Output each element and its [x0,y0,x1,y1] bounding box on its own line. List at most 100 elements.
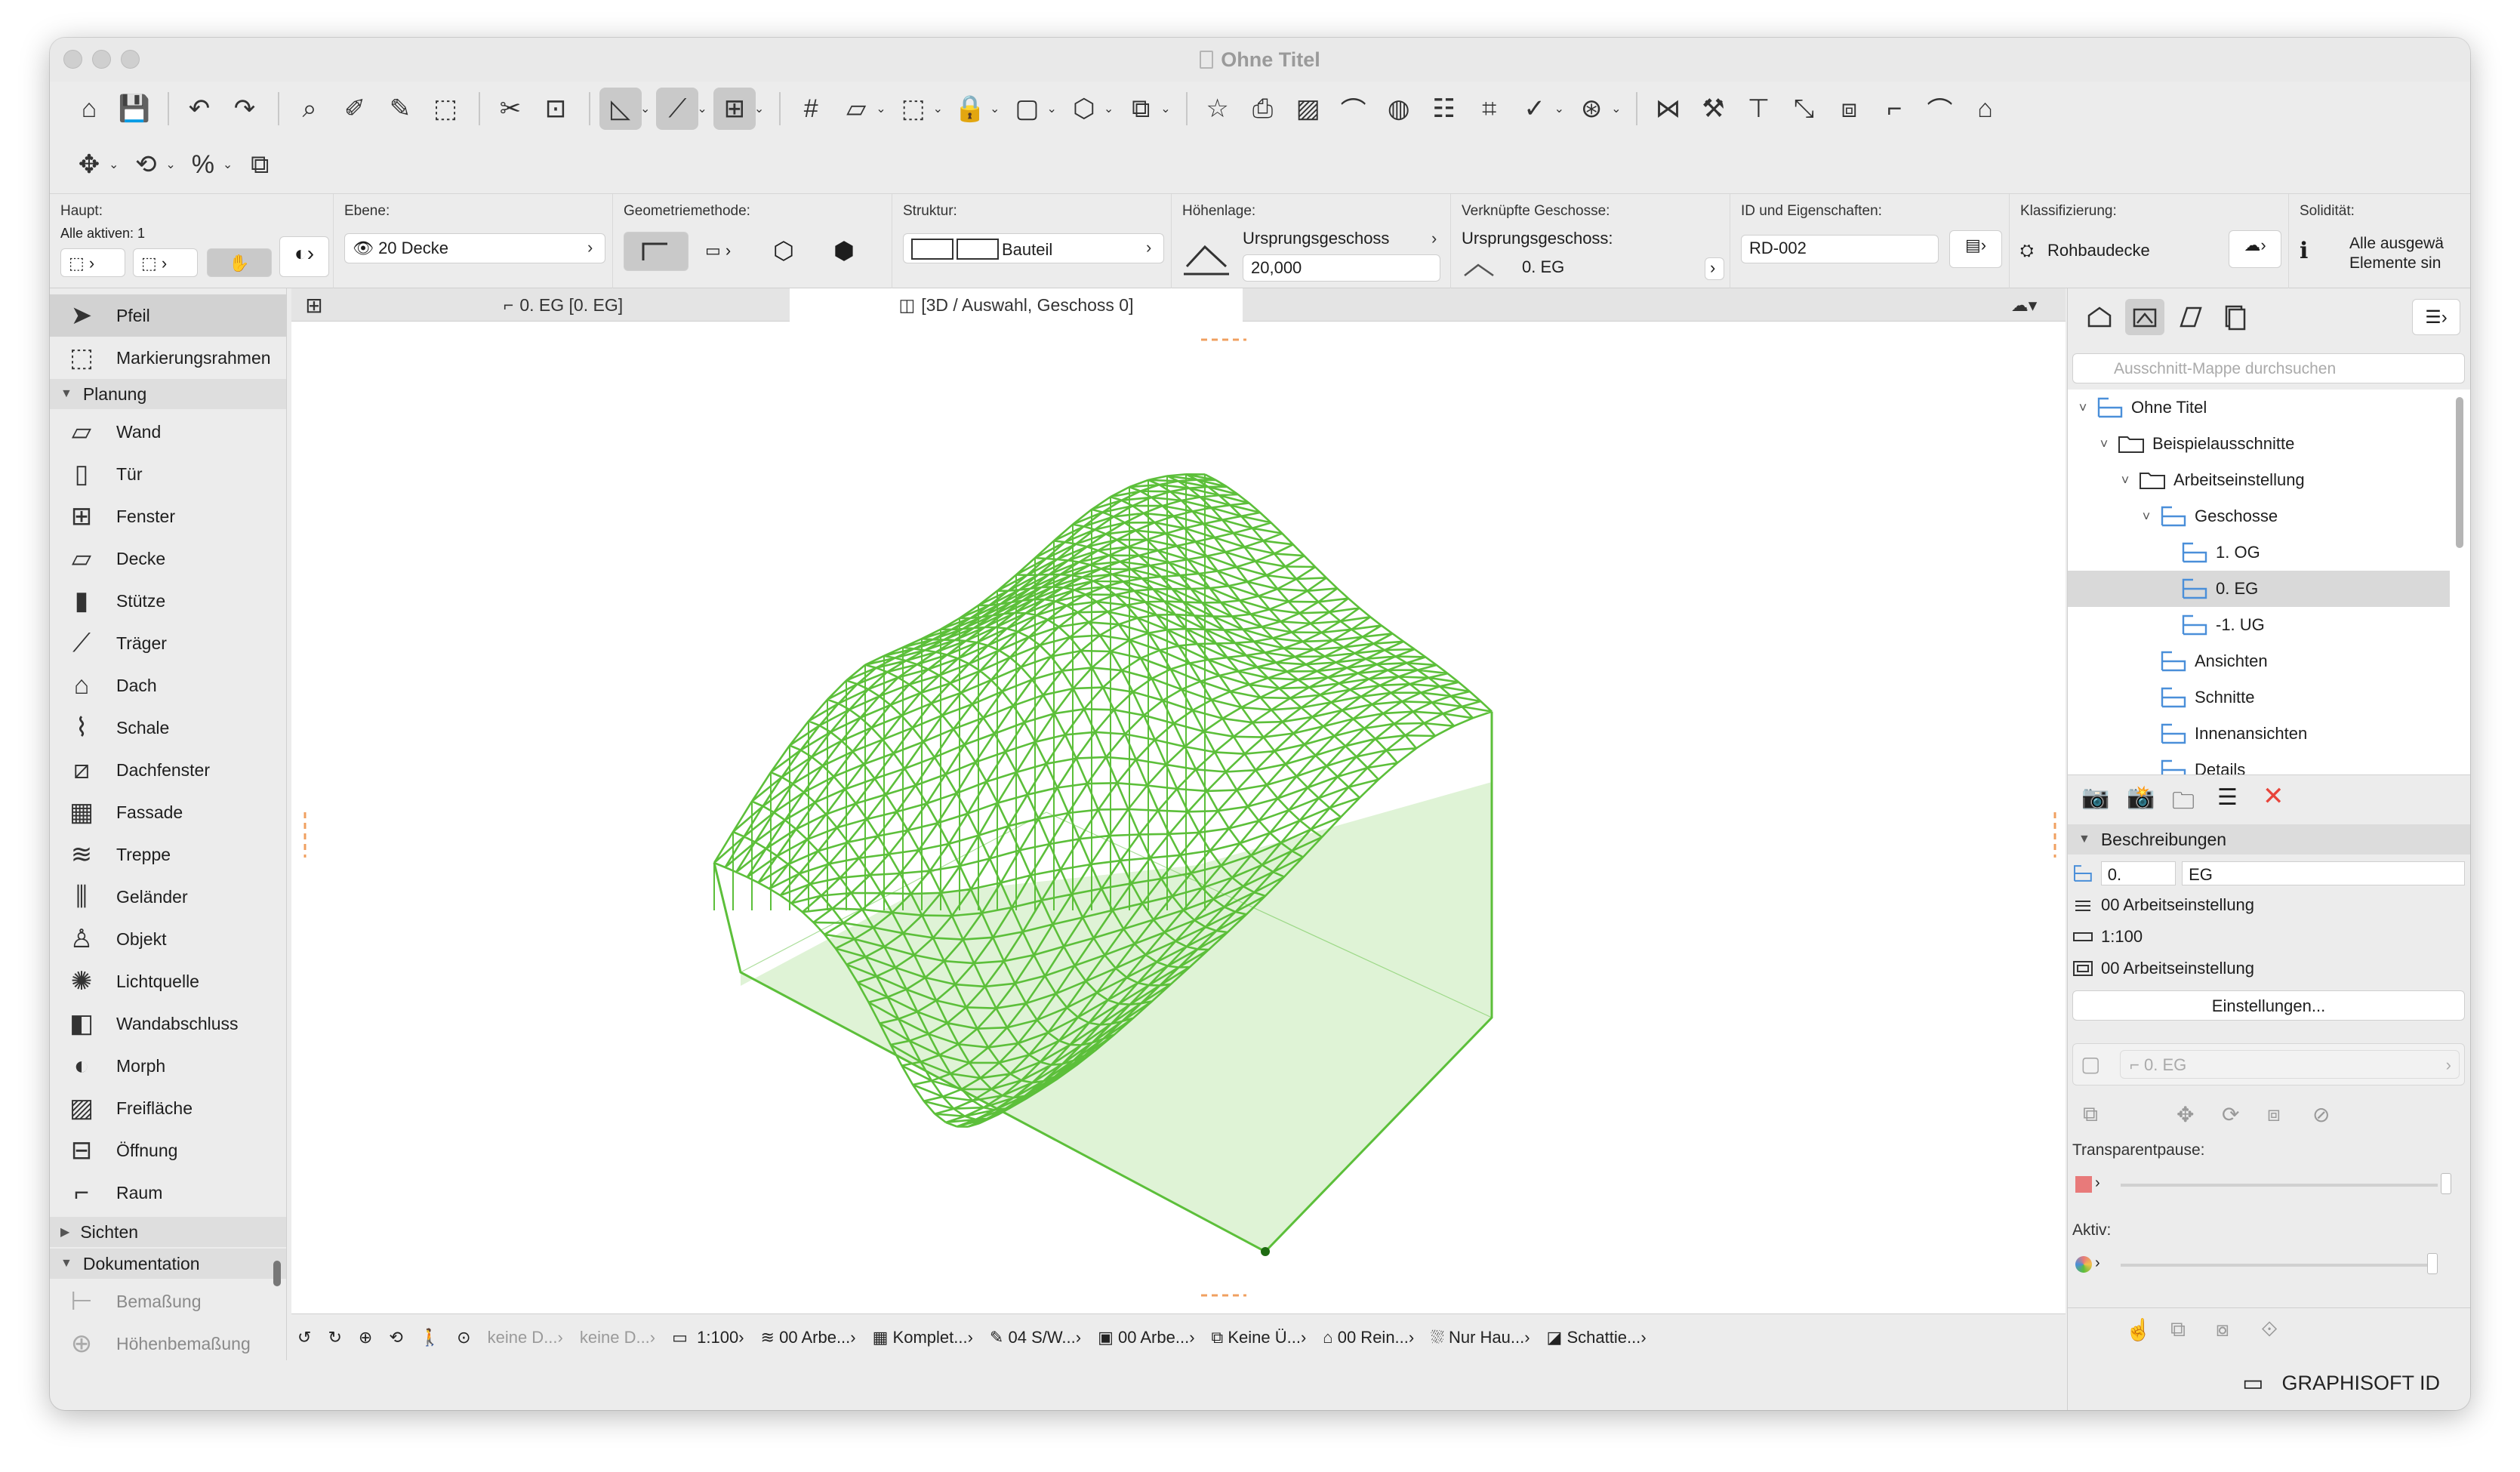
redo-view-button[interactable]: ↻ [328,1328,341,1347]
dropdown-caret-icon[interactable]: ⌄ [1160,101,1170,116]
active-color-button[interactable]: › [2072,1247,2109,1280]
trace-toggle-icon[interactable]: ▢ [2081,1052,2100,1076]
walk-button[interactable]: 🚶 [420,1328,440,1347]
tree-item[interactable]: ˅ Ohne Titel [2068,390,2450,426]
classification-button[interactable]: ☁› [2229,230,2281,268]
status-item-5[interactable]: ⧉ Keine Ü... › [1212,1328,1307,1347]
clone-view-button[interactable]: 📸 [2127,784,2155,811]
geometry-rect-button[interactable]: ▭ › [705,241,731,260]
trace-rotate-icon[interactable]: ⟳ [2222,1102,2239,1127]
active-slider[interactable] [2121,1264,2438,1267]
zoom-in-button[interactable]: ⊕ [359,1328,372,1347]
trace-swap-icon[interactable]: ⧉ [2083,1102,2098,1127]
teamwork-button[interactable]: ⊛ [1570,88,1613,130]
element-selector-button[interactable]: ⬚ › [60,248,125,277]
elevate-button[interactable]: ⊤ [1737,88,1779,130]
orbit-button[interactable]: ⟲ [389,1328,402,1347]
tool-shell[interactable]: ⌇ Schale [50,707,286,749]
geometry-rotated-button[interactable]: ⬢ [833,236,855,265]
scale-row[interactable]: 1:100 [2072,922,2465,951]
dropdown-caret-icon[interactable]: ⌄ [1611,101,1621,116]
tree-item[interactable]: 1. OG [2068,534,2450,571]
dropdown-caret-icon[interactable]: ⌄ [990,101,1000,116]
list-button[interactable]: ☷ [1423,88,1465,130]
graphisoft-id-button[interactable]: ▭ GRAPHISOFT ID [2242,1370,2440,1397]
offset-button[interactable]: ⧈ [1828,88,1870,130]
3d-mesh-scene[interactable] [291,322,2066,1303]
tool-roof[interactable]: ⌂ Dach [50,664,286,707]
tool-railing[interactable]: ⫼ Geländer [50,876,286,918]
dimension-tool-button[interactable]: ⊡ [534,88,577,130]
tree-scrollbar[interactable] [2456,397,2463,548]
tree-item[interactable]: ˅ Beispielausschnitte [2068,426,2450,462]
cube-button[interactable]: ⬡ [1063,88,1105,130]
trace-compare-icon[interactable]: ⧈ [2267,1102,2281,1127]
beschreibungen-section[interactable]: ▼ Beschreibungen [2068,824,2470,855]
tool-skylight[interactable]: ⧄ Dachfenster [50,749,286,791]
new-view-button[interactable]: 📷 [2081,784,2109,811]
ursprungsgeschoss-button[interactable]: Ursprungsgeschoss [1243,229,1389,248]
tree-item[interactable]: Ansichten [2068,643,2450,679]
transparency-slider-thumb[interactable] [2441,1173,2451,1194]
tool-object[interactable]: ♙ Objekt [50,918,286,960]
dropdown-caret-icon[interactable]: ⌄ [1104,101,1114,116]
trace-reference-field[interactable]: ⌐ 0. EG › [2120,1050,2460,1079]
syringe-button[interactable]: ✎ [379,88,421,130]
roof-tool-button[interactable]: ⌂ [1964,88,2006,130]
tool-wall-end[interactable]: ◧ Wandabschluss [50,1002,286,1045]
adjust-button[interactable]: ⚒ [1692,88,1734,130]
snap-guide-button[interactable]: ⟋ [656,88,699,130]
model-view-row[interactable]: 00 Arbeitseinstellung [2072,954,2465,983]
navigator-menu-button[interactable]: ☰› [2412,299,2460,335]
trace-color-button[interactable]: › [2072,1167,2109,1200]
grid-button[interactable]: # [790,88,832,130]
copy-button[interactable]: ⧉ [239,143,281,186]
transparency-slider[interactable] [2121,1184,2438,1187]
dropdown-caret-icon[interactable]: ⌄ [697,101,707,116]
tool-wall[interactable]: ▱ Wand [50,411,286,453]
layer-dropdown[interactable]: 👁 20 Decke [344,233,605,263]
view-id-input[interactable]: 0. [2100,861,2177,885]
tree-disclosure-icon[interactable]: ˅ [2139,509,2154,525]
view-options-button[interactable]: ☁▾ [1990,288,2058,322]
rotate-group-button[interactable]: ⟲ [125,143,167,186]
active-slider-thumb[interactable] [2427,1253,2438,1274]
delete-view-button[interactable]: ✕ [2263,781,2284,811]
layout-book-button[interactable] [2170,299,2210,335]
view-settings-list-button[interactable]: ☰ [2217,784,2238,811]
check-button[interactable]: ✓ [1514,88,1556,130]
dropdown-caret-icon[interactable]: ⌄ [1046,101,1056,116]
layer-toggle-button[interactable]: ▢ [1006,88,1048,130]
trace-action-3-icon[interactable]: ⧇ [2216,1317,2229,1342]
tree-item[interactable]: ˅ Arbeitseinstellung [2068,462,2450,498]
dropdown-caret-icon[interactable]: ⌄ [876,101,886,116]
eyedropper-button[interactable]: ✐ [334,88,376,130]
status-item-7[interactable]: ⛆ Nur Hau... › [1431,1328,1530,1347]
transform-button[interactable]: ⬚ [424,88,467,130]
home-button[interactable]: ⌂ [68,88,110,130]
trim-button[interactable]: ✂ [489,88,531,130]
trace-action-1-icon[interactable]: ☝ [2125,1317,2152,1342]
settings-button[interactable]: Einstellungen... [2072,990,2465,1021]
tool-level-dimension[interactable]: ⊕ Höhenbemaßung [50,1323,286,1360]
percent-button[interactable]: % [182,143,224,186]
status-item-8[interactable]: ◪ Schattie... › [1547,1328,1647,1347]
save-button[interactable]: 💾 [113,88,156,130]
tree-disclosure-icon[interactable]: ˅ [2096,436,2112,452]
project-map-button[interactable] [2080,299,2119,335]
tool-dimension[interactable]: ⊢ Bemaßung [50,1280,286,1323]
render-button[interactable]: ◍ [1378,88,1420,130]
toolbox-scrollbar[interactable] [273,1261,281,1286]
camera-button[interactable]: ⎙ [1242,88,1284,130]
tool-zone[interactable]: ⌐ Raum [50,1172,286,1214]
dropdown-caret-icon[interactable]: ⌄ [109,157,119,172]
tree-disclosure-icon[interactable]: ˅ [2118,473,2133,488]
marquee-selector-button[interactable]: ⬚ › [133,248,198,277]
trace-action-4-icon[interactable]: ⟐ [2261,1317,2278,1342]
tool-window[interactable]: ⊞ Fenster [50,495,286,537]
tree-item[interactable]: Schnitte [2068,679,2450,716]
corner-button[interactable]: ⌐ [1873,88,1915,130]
tool-curtain-wall[interactable]: ▦ Fassade [50,791,286,833]
find-select-button[interactable]: ⌕ [288,88,331,130]
dropdown-caret-icon[interactable]: ⌄ [754,101,764,116]
